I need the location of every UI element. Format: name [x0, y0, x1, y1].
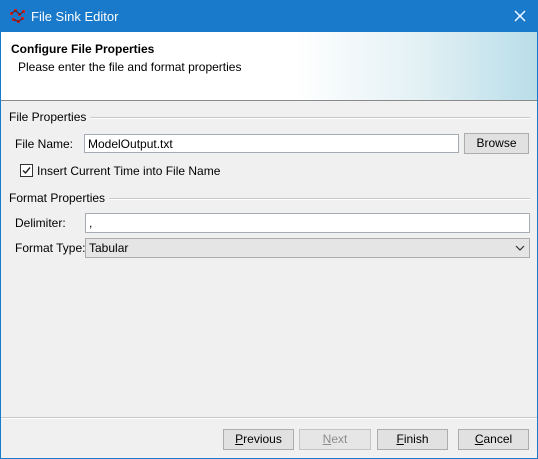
- banner-heading: Configure File Properties: [11, 42, 155, 56]
- title-bar[interactable]: File Sink Editor: [1, 1, 537, 32]
- file-properties-section-label: File Properties: [9, 110, 91, 124]
- browse-button[interactable]: Browse: [464, 133, 529, 154]
- next-label-rest: ext: [331, 432, 348, 446]
- cancel-button[interactable]: Cancel: [458, 429, 529, 450]
- header-banner: Configure File Properties Please enter t…: [1, 32, 537, 101]
- format-properties-section-label: Format Properties: [9, 191, 110, 205]
- previous-mnemonic: P: [235, 432, 244, 446]
- footer-separator: [1, 417, 537, 419]
- close-button[interactable]: [503, 1, 537, 32]
- chevron-down-icon: [515, 245, 525, 251]
- previous-button[interactable]: Previous: [223, 429, 294, 450]
- window-title: File Sink Editor: [31, 9, 119, 24]
- previous-label-rest: revious: [243, 432, 282, 446]
- file-name-label: File Name:: [15, 137, 74, 151]
- next-button[interactable]: Next: [299, 429, 371, 450]
- java-app-icon: [10, 9, 25, 23]
- finish-label-rest: inish: [403, 432, 429, 446]
- finish-mnemonic: F: [396, 432, 404, 446]
- delimiter-input[interactable]: ,: [85, 213, 530, 233]
- format-type-select[interactable]: Tabular: [85, 238, 530, 258]
- cancel-label-rest: ancel: [483, 432, 513, 446]
- finish-button[interactable]: Finish: [377, 429, 448, 450]
- close-icon: [514, 10, 526, 22]
- banner-subheading: Please enter the file and format propert…: [18, 60, 242, 74]
- check-icon: [22, 167, 31, 175]
- format-type-value: Tabular: [89, 241, 129, 255]
- delimiter-label: Delimiter:: [15, 216, 66, 230]
- file-name-input[interactable]: ModelOutput.txt: [84, 134, 459, 153]
- file-sink-editor-window: File Sink Editor Configure File Properti…: [0, 0, 538, 459]
- insert-time-checkbox[interactable]: [20, 164, 33, 177]
- insert-time-label[interactable]: Insert Current Time into File Name: [37, 164, 220, 178]
- format-type-label: Format Type:: [15, 241, 86, 255]
